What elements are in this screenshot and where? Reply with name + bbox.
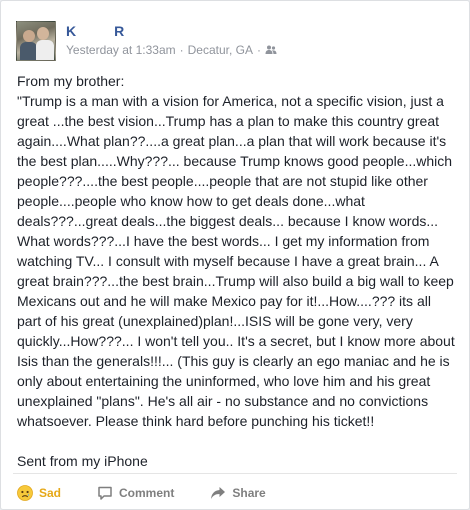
post-header: KR Yesterday at 1:33am · Decatur, GA · xyxy=(16,21,456,63)
post-card: KR Yesterday at 1:33am · Decatur, GA · F… xyxy=(0,0,470,510)
author-last-name[interactable]: R xyxy=(114,23,124,39)
author-first-name[interactable]: K xyxy=(66,23,76,39)
share-button[interactable]: Share xyxy=(210,481,266,505)
comment-icon xyxy=(97,485,113,501)
share-label: Share xyxy=(232,486,266,500)
post-signature: Sent from my iPhone xyxy=(17,453,148,469)
post-intro: From my brother: xyxy=(17,73,125,89)
author-name[interactable]: KR xyxy=(66,23,124,41)
post-text: "Trump is a man with a vision for Americ… xyxy=(17,93,459,429)
friends-icon[interactable] xyxy=(265,44,277,56)
sad-reaction-button[interactable]: Sad xyxy=(17,481,61,505)
post-body: From my brother: "Trump is a man with a … xyxy=(17,71,457,471)
comment-button[interactable]: Comment xyxy=(97,481,174,505)
avatar[interactable] xyxy=(16,21,56,61)
post-timestamp[interactable]: Yesterday at 1:33am xyxy=(66,43,176,57)
action-bar: Sad Comment Share xyxy=(17,481,302,505)
action-divider xyxy=(13,473,457,474)
share-icon xyxy=(210,485,226,501)
sad-face-icon xyxy=(17,485,33,501)
sad-reaction-label: Sad xyxy=(39,486,62,500)
comment-label: Comment xyxy=(119,486,175,500)
post-location[interactable]: Decatur, GA xyxy=(188,43,253,57)
meta-separator: · xyxy=(179,43,184,57)
post-meta: Yesterday at 1:33am · Decatur, GA · xyxy=(66,43,277,57)
meta-separator-2: · xyxy=(257,43,262,57)
